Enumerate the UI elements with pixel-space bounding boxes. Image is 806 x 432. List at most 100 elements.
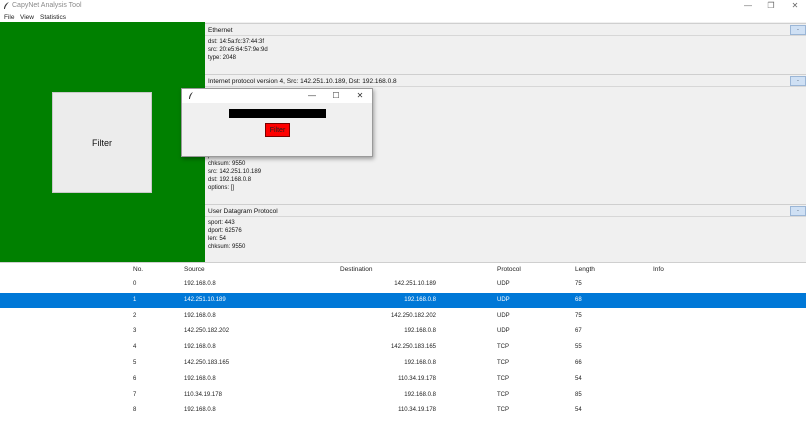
menu-file[interactable]: File (4, 14, 14, 21)
close-icon[interactable]: ✕ (789, 1, 801, 10)
cell-length: 75 (575, 281, 582, 287)
feather-icon (4, 2, 9, 9)
field-line: dport: 62576 (208, 228, 242, 234)
cell-length: 67 (575, 328, 582, 335)
table-row[interactable]: 8 192.168.0.8 110.34.19.178 TCP 54 (0, 403, 806, 418)
column-header-destination[interactable]: Destination (340, 266, 373, 273)
cell-source: 192.168.0.8 (184, 344, 216, 351)
maximize-icon[interactable]: ☐ (330, 91, 342, 100)
cell-destination: 192.168.0.8 (404, 391, 436, 398)
cell-no: 6 (133, 375, 137, 382)
cell-length: 55 (575, 344, 582, 351)
table-row[interactable]: 3 142.250.182.202 192.168.0.8 UDP 67 (0, 324, 806, 339)
column-header-source[interactable]: Source (184, 266, 205, 273)
cell-protocol: UDP (497, 312, 510, 319)
ip-header[interactable]: Internet protocol version 4, Src: 142.25… (205, 74, 806, 87)
table-row[interactable]: 7 110.34.19.178 192.168.0.8 TCP 85 (0, 388, 806, 403)
collapse-ip-button[interactable]: - (790, 76, 806, 86)
field-line: type: 2048 (208, 55, 237, 61)
menu-bar: File View Statistics (0, 12, 806, 22)
field-line: chksum: 9550 (208, 244, 246, 250)
field-line: dst: 14:5a:fc:37:44:3f (208, 39, 265, 45)
cell-destination: 142.251.10.189 (394, 281, 436, 287)
cell-destination: 192.168.0.8 (404, 360, 436, 366)
column-header-length[interactable]: Length (575, 266, 595, 273)
field-line: dst: 192.168.0.8 (208, 177, 252, 183)
cell-destination: 110.34.19.178 (398, 407, 436, 414)
cell-protocol: TCP (497, 375, 509, 382)
cell-source: 110.34.19.178 (184, 391, 222, 398)
column-header-protocol[interactable]: Protocol (497, 266, 521, 273)
ip-header-label: Internet protocol version 4, Src: 142.25… (208, 78, 397, 85)
filter-button[interactable]: Filter (52, 92, 152, 193)
cell-no: 1 (133, 296, 137, 303)
dialog-title-bar[interactable]: — ☐ ✕ (182, 89, 372, 103)
cell-length: 68 (575, 296, 582, 303)
field-line: chksum: 9550 (208, 161, 246, 167)
cell-length: 54 (575, 407, 582, 414)
cell-length: 85 (575, 391, 582, 398)
menu-statistics[interactable]: Statistics (40, 14, 66, 21)
packet-list: No. Source Destination Protocol Length I… (0, 262, 806, 432)
table-row[interactable]: 4 192.168.0.8 142.250.183.165 TCP 55 (0, 340, 806, 355)
cell-no: 7 (133, 391, 137, 398)
cell-source: 192.168.0.8 (184, 312, 216, 319)
table-row[interactable]: 6 192.168.0.8 110.34.19.178 TCP 54 (0, 372, 806, 387)
filter-dialog: — ☐ ✕ Filter (181, 88, 373, 157)
cell-destination: 142.250.182.202 (390, 312, 436, 319)
column-header-info[interactable]: Info (653, 266, 664, 273)
field-line: sport: 443 (208, 220, 235, 226)
cell-no: 5 (133, 360, 137, 366)
restore-icon[interactable]: ❐ (765, 1, 777, 10)
cell-protocol: TCP (497, 344, 509, 351)
cell-protocol: UDP (497, 328, 510, 335)
app-title: CapyNet Analysis Tool (12, 2, 82, 9)
ethernet-header-label: Ethernet (208, 27, 233, 34)
udp-header-label: User Datagram Protocol (208, 208, 278, 215)
cell-destination: 192.168.0.8 (404, 296, 436, 303)
cell-no: 0 (133, 281, 137, 287)
cell-source: 192.168.0.8 (184, 407, 216, 414)
filter-input[interactable] (229, 109, 326, 118)
field-line: src: 20:e5:64:57:9e:9d (208, 47, 268, 53)
minimize-icon[interactable]: — (742, 1, 754, 10)
cell-source: 142.250.182.202 (184, 328, 230, 335)
cell-source: 192.168.0.8 (184, 281, 216, 287)
udp-header[interactable]: User Datagram Protocol - (205, 204, 806, 217)
ethernet-fields: dst: 14:5a:fc:37:44:3f src: 20:e5:64:57:… (208, 38, 268, 62)
cell-source: 192.168.0.8 (184, 375, 216, 382)
apply-filter-button[interactable]: Filter (265, 123, 290, 137)
cell-protocol: TCP (497, 407, 509, 414)
cell-destination: 142.250.183.165 (390, 344, 436, 351)
column-headers: No. Source Destination Protocol Length I… (0, 266, 806, 276)
cell-protocol: TCP (497, 391, 509, 398)
table-row[interactable]: 0 192.168.0.8 142.251.10.189 UDP 75 (0, 277, 806, 292)
collapse-ethernet-button[interactable]: - (790, 25, 806, 35)
cell-no: 8 (133, 407, 137, 414)
cell-no: 4 (133, 344, 137, 351)
column-header-no[interactable]: No. (133, 266, 143, 273)
filter-pane: Filter (0, 22, 205, 262)
cell-no: 3 (133, 328, 137, 335)
field-line: src: 142.251.10.189 (208, 169, 262, 175)
cell-no: 2 (133, 312, 137, 319)
close-icon[interactable]: ✕ (354, 91, 366, 100)
cell-length: 54 (575, 375, 582, 382)
table-row[interactable]: 1 142.251.10.189 192.168.0.8 UDP 68 (0, 292, 806, 308)
udp-fields: sport: 443 dport: 62576 len: 54 chksum: … (208, 219, 245, 251)
cell-source: 142.251.10.189 (184, 296, 226, 303)
table-row[interactable]: 2 192.168.0.8 142.250.182.202 UDP 75 (0, 309, 806, 324)
cell-length: 66 (575, 360, 582, 366)
cell-destination: 192.168.0.8 (404, 328, 436, 335)
field-line: len: 54 (208, 236, 227, 242)
ethernet-header[interactable]: Ethernet - (205, 23, 806, 36)
table-row[interactable]: 5 142.250.183.165 192.168.0.8 TCP 66 (0, 356, 806, 371)
collapse-udp-button[interactable]: - (790, 206, 806, 216)
cell-length: 75 (575, 312, 582, 319)
cell-protocol: TCP (497, 360, 509, 366)
menu-view[interactable]: View (20, 14, 34, 21)
title-bar: CapyNet Analysis Tool — ❐ ✕ (0, 0, 806, 12)
minimize-icon[interactable]: — (306, 91, 318, 100)
field-line: options: [] (208, 185, 235, 191)
feather-icon (189, 92, 193, 99)
